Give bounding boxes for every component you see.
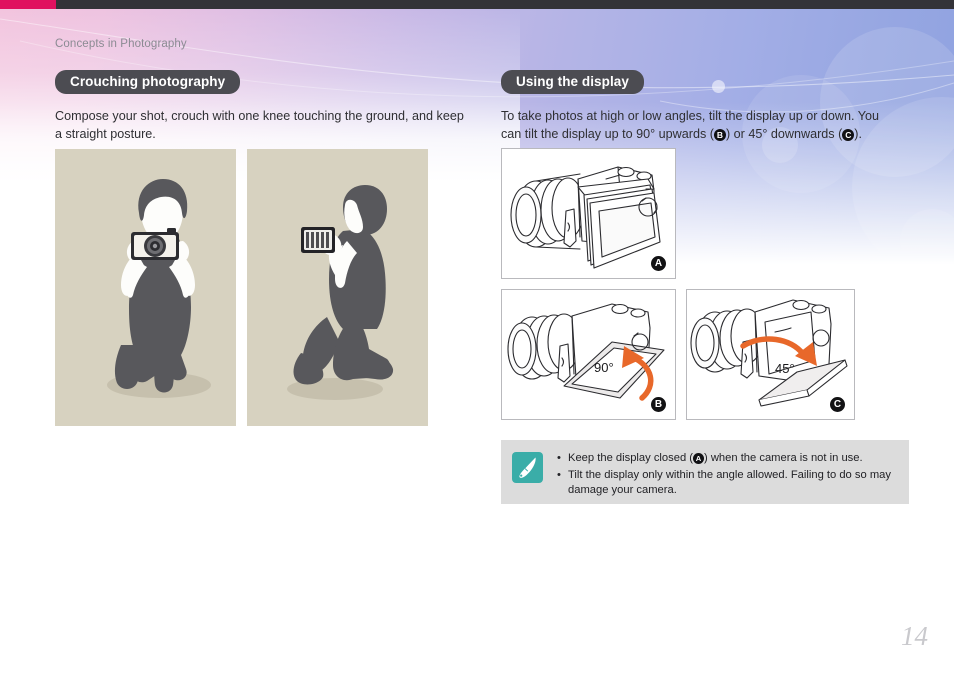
manual-page: Concepts in Photography Crouching photog… bbox=[0, 0, 954, 676]
figure-camera-display-90-up: 90° B bbox=[501, 289, 676, 420]
note-item: • Tilt the display only within the angle… bbox=[557, 468, 897, 498]
note-item-text: Tilt the display only within the angle a… bbox=[568, 469, 891, 497]
illustration-row bbox=[55, 149, 428, 426]
paragraph-part-3: ). bbox=[854, 126, 862, 141]
bullet-icon: • bbox=[557, 469, 561, 482]
figure-camera-display-45-down: 45° C bbox=[686, 289, 855, 420]
bullet-icon: • bbox=[557, 452, 561, 464]
left-column: Crouching photography Compose your shot,… bbox=[55, 70, 485, 144]
illustration-crouching-side bbox=[247, 149, 428, 426]
top-bar bbox=[0, 0, 954, 9]
note-item-after: ) when the camera is not in use. bbox=[704, 452, 863, 464]
figure-camera-display-closed: A bbox=[501, 148, 676, 279]
section-heading-using-the-display: Using the display bbox=[501, 70, 644, 94]
note-item: • Keep the display closed (A) when the c… bbox=[557, 451, 897, 466]
figure-label-a: A bbox=[651, 256, 666, 271]
section-heading-crouching-photography: Crouching photography bbox=[55, 70, 241, 94]
right-column: Using the display To take photos at high… bbox=[501, 70, 921, 144]
left-column-paragraph: Compose your shot, crouch with one knee … bbox=[55, 109, 464, 141]
note-item-text: Keep the display closed (A) when the cam… bbox=[568, 451, 863, 466]
breadcrumb: Concepts in Photography bbox=[55, 38, 187, 50]
top-bar-accent bbox=[0, 0, 56, 9]
illustration-crouching-front bbox=[55, 149, 236, 426]
note-list: • Keep the display closed (A) when the c… bbox=[557, 451, 897, 500]
right-column-paragraph: To take photos at high or low angles, ti… bbox=[501, 108, 901, 144]
figure-angle-label-45: 45° bbox=[775, 361, 795, 376]
badge-c-inline: C bbox=[842, 128, 855, 141]
note-item-before: Keep the display closed ( bbox=[568, 452, 694, 464]
figure-label-b: B bbox=[651, 397, 666, 412]
figure-label-c: C bbox=[830, 397, 845, 412]
page-number: 14 bbox=[901, 621, 928, 651]
note-pen-icon bbox=[512, 452, 543, 483]
badge-a-inline: A bbox=[693, 453, 705, 464]
figure-angle-label-90: 90° bbox=[594, 360, 614, 375]
paragraph-part-2: ) or 45° downwards ( bbox=[725, 126, 843, 141]
note-box: • Keep the display closed (A) when the c… bbox=[501, 440, 909, 504]
badge-b-inline: B bbox=[713, 128, 726, 141]
